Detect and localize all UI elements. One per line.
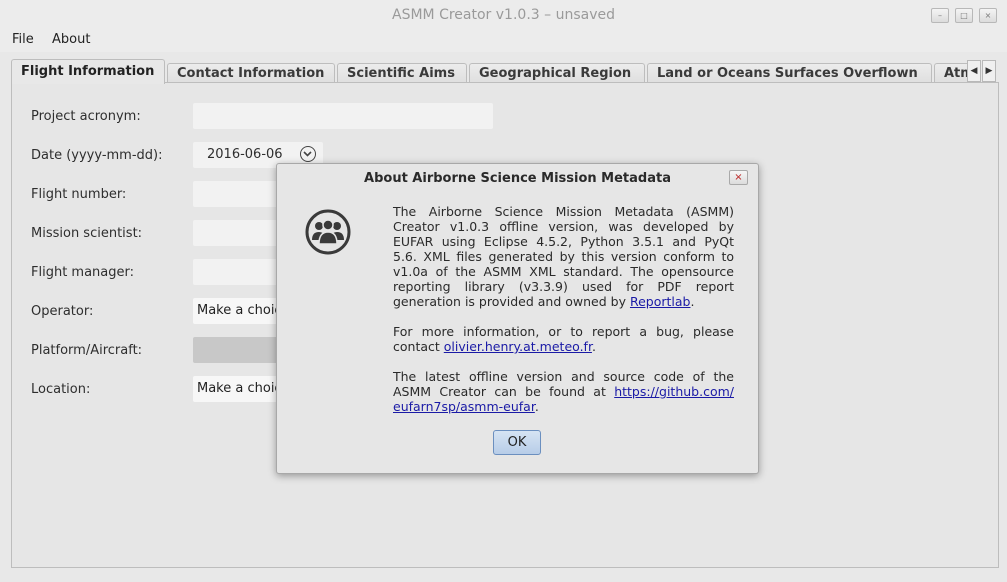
email-link[interactable]: olivier.henry.at.meteo.fr (444, 339, 592, 354)
text-line: ASMM Creator can be found at https://git… (393, 384, 734, 399)
date-label: Date (yyyy-mm-dd): (31, 148, 163, 163)
date-value[interactable]: 2016-06-06 (207, 147, 283, 162)
window-title: ASMM Creator v1.0.3 – unsaved (392, 7, 615, 23)
minimize-button[interactable]: – (931, 8, 949, 23)
flight-manager-label: Flight manager: (31, 265, 135, 280)
text-line: The Airborne Science Mission Metadata (A… (393, 204, 734, 219)
users-group-icon (305, 209, 351, 255)
text-line: contact olivier.henry.at.meteo.fr. (393, 339, 734, 354)
maximize-button[interactable]: □ (955, 8, 973, 23)
project-acronym-input[interactable] (193, 103, 493, 129)
period: . (534, 399, 539, 414)
text-line-part: ASMM Creator can be found at (393, 384, 606, 399)
menu-file[interactable]: File (12, 32, 34, 47)
ok-button[interactable]: OK (493, 430, 541, 455)
text-line: Creator v1.0.3 offline version, was deve… (393, 219, 734, 234)
period: . (591, 339, 596, 354)
contact-text: contact (393, 339, 440, 354)
tab-geographical-region[interactable]: Geographical Region (469, 63, 645, 84)
menu-bar: File About (0, 30, 1007, 52)
tab-land-oceans[interactable]: Land or Oceans Surfaces Overflown (647, 63, 932, 84)
text-line: The latest offline version and source co… (393, 369, 734, 384)
flight-number-label: Flight number: (31, 187, 127, 202)
text-line: eufarn7sp/asmm-eufar. (393, 399, 734, 414)
title-bar: ASMM Creator v1.0.3 – unsaved – □ × (0, 0, 1007, 30)
github-link-continued[interactable]: eufarn7sp/asmm-eufar (393, 399, 535, 414)
dialog-paragraph-2: For more information, or to report a bug… (393, 324, 734, 354)
calendar-dropdown-icon[interactable] (300, 146, 316, 162)
tab-flight-information[interactable]: Flight Information (11, 59, 165, 84)
tab-scroll-left-button[interactable]: ◀ (967, 60, 981, 82)
platform-aircraft-label: Platform/Aircraft: (31, 343, 143, 358)
dialog-title: About Airborne Science Mission Metadata (364, 171, 671, 186)
github-link[interactable]: https://github.com/ (614, 384, 734, 399)
text-line: For more information, or to report a bug… (393, 324, 734, 339)
dialog-paragraph-3: The latest offline version and source co… (393, 369, 734, 414)
location-label: Location: (31, 382, 91, 397)
text-line: generation is provided and owned by Repo… (393, 294, 734, 309)
text-line: EUFAR using Eclipse 4.5.2, Python 3.5.1 … (393, 234, 734, 249)
text-line: 5.6. XML files generated by this version… (393, 249, 734, 264)
dialog-paragraph-1: The Airborne Science Mission Metadata (A… (393, 204, 734, 309)
project-acronym-label: Project acronym: (31, 109, 141, 124)
tab-scroll-right-button[interactable]: ▶ (982, 60, 996, 82)
menu-about[interactable]: About (52, 32, 90, 47)
reportlab-link[interactable]: Reportlab (630, 294, 691, 309)
period: . (690, 294, 695, 309)
operator-label: Operator: (31, 304, 94, 319)
about-dialog: About Airborne Science Mission Metadata … (276, 163, 759, 474)
text-line: v1.0a of the ASMM XML standard. The open… (393, 264, 734, 279)
tab-scientific-aims[interactable]: Scientific Aims (337, 63, 467, 84)
mission-scientist-label: Mission scientist: (31, 226, 143, 241)
text-line: reporting library (v3.3.9) used for PDF … (393, 279, 734, 294)
tab-contact-information[interactable]: Contact Information (167, 63, 335, 84)
dialog-close-button[interactable]: × (729, 170, 748, 185)
text-line-part: generation is provided and owned by (393, 294, 626, 309)
close-window-button[interactable]: × (979, 8, 997, 23)
